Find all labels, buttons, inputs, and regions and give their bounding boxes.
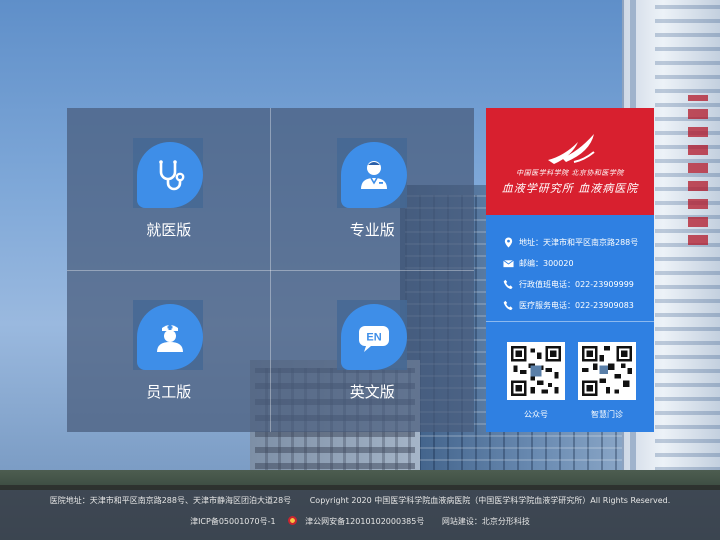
- footer-icp-link[interactable]: 津ICP备05001070号-1: [190, 517, 275, 526]
- qr-public-account[interactable]: 公众号: [507, 342, 565, 420]
- footer-registration-line: 津ICP备05001070号-1 津公网安备12010102000385号 网站…: [0, 516, 720, 527]
- card-divider: [486, 321, 654, 322]
- en-chat-icon: EN: [340, 304, 407, 370]
- footer-info-line: 医院地址：天津市和平区南京路288号、天津市静海区团泊大道28号 Copyrig…: [0, 495, 720, 506]
- phone-icon: [503, 279, 513, 289]
- doctor-icon: [340, 142, 407, 208]
- hospital-logo-icon: [548, 134, 595, 164]
- site-footer: 医院地址：天津市和平区南京路288号、天津市静海区团泊大道28号 Copyrig…: [0, 485, 720, 540]
- tile-patient-version[interactable]: 就医版: [67, 108, 271, 270]
- hospital-info-card: 中国医学科学院 北京协和医学院 血液学研究所 血液病医院 地址：天津市和平区南京…: [486, 108, 654, 432]
- footer-police-text: 津公网安备12010102000385号: [305, 517, 425, 526]
- logo-title: 血液学研究所 血液病医院: [501, 182, 639, 195]
- nurse-icon: [137, 304, 203, 370]
- tile-staff-version[interactable]: 员工版: [67, 270, 271, 432]
- police-badge-icon: [288, 516, 298, 525]
- contact-address-text: 地址：天津市和平区南京路288号: [519, 237, 639, 247]
- contact-postcode: 邮编：300020: [503, 256, 574, 270]
- footer-copyright: Copyright 2020 中国医学科学院血液病医院（中国医学科学院血液学研究…: [309, 496, 671, 505]
- grid-divider-horizontal: [67, 270, 474, 271]
- footer-address: 医院地址：天津市和平区南京路288号、天津市静海区团泊大道28号: [49, 496, 292, 505]
- tower-sign-lettering: [688, 95, 708, 245]
- tile-label: 就医版: [146, 221, 192, 239]
- phone-icon: [503, 300, 513, 310]
- qr-caption: 公众号: [524, 410, 548, 419]
- stethoscope-icon: [137, 142, 203, 208]
- contact-address: 地址：天津市和平区南京路288号: [503, 235, 638, 249]
- logo-subtitle: 中国医学科学院 北京协和医学院: [516, 169, 624, 177]
- mail-icon: [503, 259, 514, 267]
- hospital-logo-banner: 中国医学科学院 北京协和医学院 血液学研究所 血液病医院: [486, 108, 654, 215]
- qr-caption: 智慧门诊: [591, 410, 623, 419]
- tile-label: 员工版: [146, 383, 192, 401]
- en-icon-text: EN: [366, 332, 381, 344]
- tile-professional-version[interactable]: 专业版: [271, 108, 475, 270]
- qr-smart-clinic[interactable]: 智慧门诊: [578, 342, 636, 420]
- contact-medical-phone[interactable]: 医疗服务电话：022-23909083: [503, 298, 634, 312]
- tile-english-version[interactable]: EN 英文版: [271, 270, 475, 432]
- qr-code-image: [507, 342, 565, 400]
- footer-builder-link[interactable]: 网站建设：北京分形科技: [442, 517, 530, 526]
- contact-postcode-text: 邮编：300020: [519, 258, 574, 268]
- qr-code-image: [578, 342, 636, 400]
- contact-medical-phone-text: 医疗服务电话：022-23909083: [519, 300, 634, 310]
- tile-label: 英文版: [349, 383, 395, 401]
- location-pin-icon: [504, 236, 513, 248]
- contact-admin-phone[interactable]: 行政值班电话：022-23909999: [503, 277, 634, 291]
- contact-admin-phone-text: 行政值班电话：022-23909999: [519, 279, 634, 289]
- tile-label: 专业版: [349, 221, 395, 239]
- footer-police-record[interactable]: 津公网安备12010102000385号: [288, 516, 429, 526]
